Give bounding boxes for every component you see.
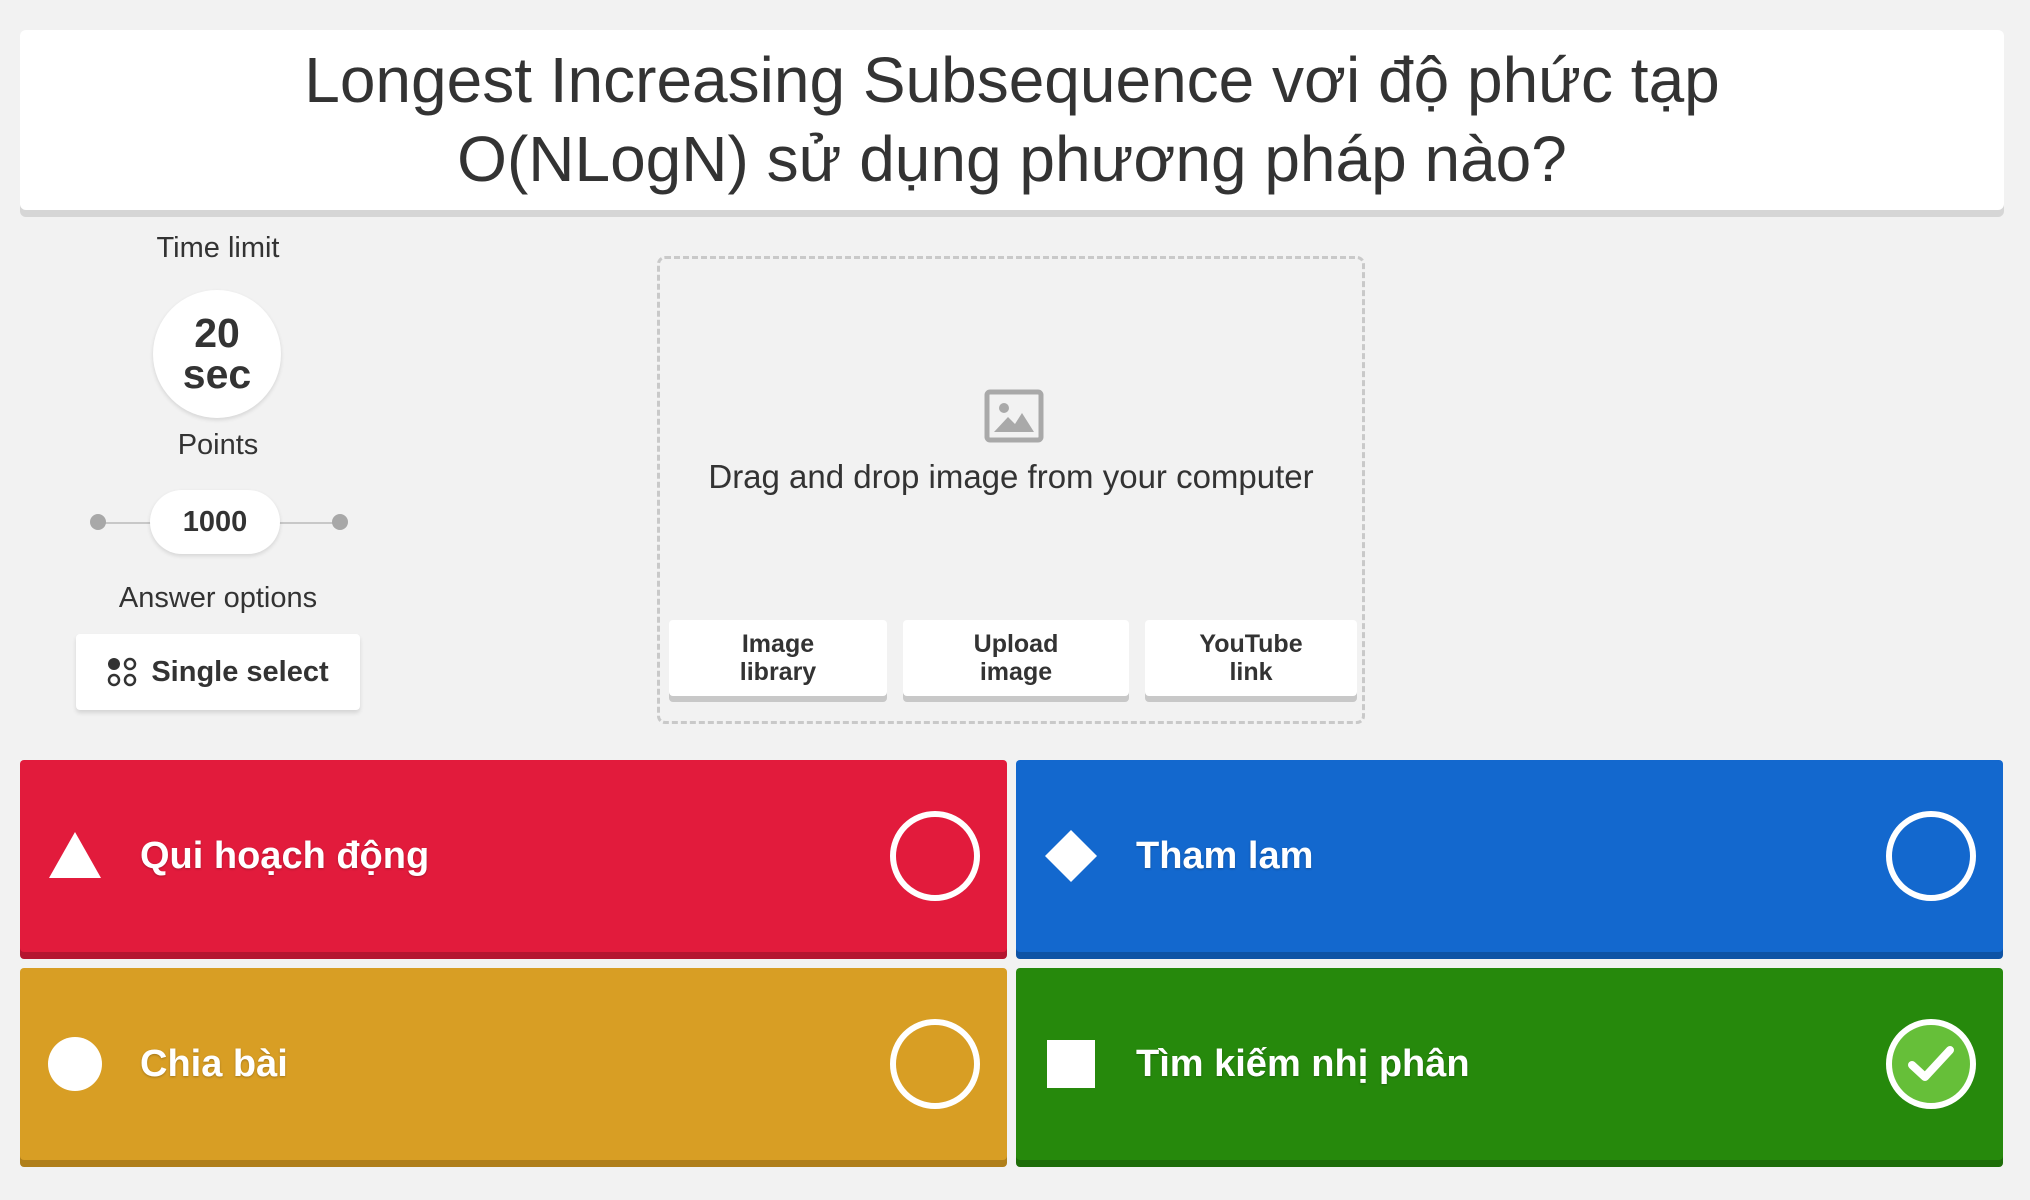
question-line-1: Longest Increasing Subsequence vơi độ ph…	[304, 44, 1720, 116]
time-limit-value: 20	[194, 310, 240, 356]
triangle-icon	[49, 832, 101, 878]
answer-1-text[interactable]: Qui hoạch động	[140, 760, 429, 952]
media-dropzone[interactable]: Drag and drop image from your computer I…	[657, 256, 1365, 724]
points-slider-min-dot[interactable]	[90, 514, 106, 530]
points-label: Points	[177, 429, 259, 461]
points-slider-max-dot[interactable]	[332, 514, 348, 530]
image-placeholder-icon	[984, 389, 1044, 443]
points-selector[interactable]: 1000	[150, 490, 280, 554]
youtube-link-label-2: link	[1229, 658, 1273, 686]
answer-1-correct-toggle[interactable]	[890, 811, 980, 901]
answer-options-value: Single select	[151, 655, 329, 688]
answer-4[interactable]: Tìm kiếm nhị phân	[1016, 968, 2003, 1160]
answer-2-correct-toggle[interactable]	[1886, 811, 1976, 901]
answer-3-text[interactable]: Chia bài	[140, 968, 288, 1160]
square-icon	[1047, 1040, 1095, 1088]
question-text: Longest Increasing Subsequence vơi độ ph…	[304, 41, 1720, 199]
time-limit-selector[interactable]: 20 sec	[153, 290, 281, 418]
answer-4-text[interactable]: Tìm kiếm nhị phân	[1136, 968, 1470, 1160]
answer-1[interactable]: Qui hoạch động	[20, 760, 1007, 952]
upload-image-button[interactable]: Upload image	[903, 620, 1129, 696]
single-select-icon	[108, 657, 137, 687]
image-library-label-2: library	[739, 658, 817, 686]
checkmark-icon	[1908, 1046, 1954, 1081]
answer-options-label: Answer options	[118, 582, 318, 614]
time-limit-label: Time limit	[156, 232, 280, 264]
answer-3[interactable]: Chia bài	[20, 968, 1007, 1160]
circle-icon	[48, 1037, 102, 1091]
youtube-link-label-1: YouTube	[1199, 630, 1303, 658]
image-library-button[interactable]: Image library	[669, 620, 887, 696]
answer-2-text[interactable]: Tham lam	[1136, 760, 1313, 952]
youtube-link-button[interactable]: YouTube link	[1145, 620, 1357, 696]
drop-instructions: Drag and drop image from your computer	[708, 458, 1314, 495]
image-library-label-1: Image	[741, 630, 815, 658]
answer-4-correct-toggle[interactable]	[1886, 1019, 1976, 1109]
upload-image-label-2: image	[979, 658, 1053, 686]
diamond-icon	[1045, 830, 1097, 882]
question-line-2: O(NLogN) sử dụng phương pháp nào?	[457, 123, 1567, 195]
upload-image-label-1: Upload	[973, 630, 1059, 658]
answer-2[interactable]: Tham lam	[1016, 760, 2003, 952]
question-title-field[interactable]: Longest Increasing Subsequence vơi độ ph…	[20, 30, 2004, 210]
time-limit-unit: sec	[182, 351, 252, 397]
answer-options-dropdown[interactable]: Single select	[76, 634, 360, 710]
answer-3-correct-toggle[interactable]	[890, 1019, 980, 1109]
